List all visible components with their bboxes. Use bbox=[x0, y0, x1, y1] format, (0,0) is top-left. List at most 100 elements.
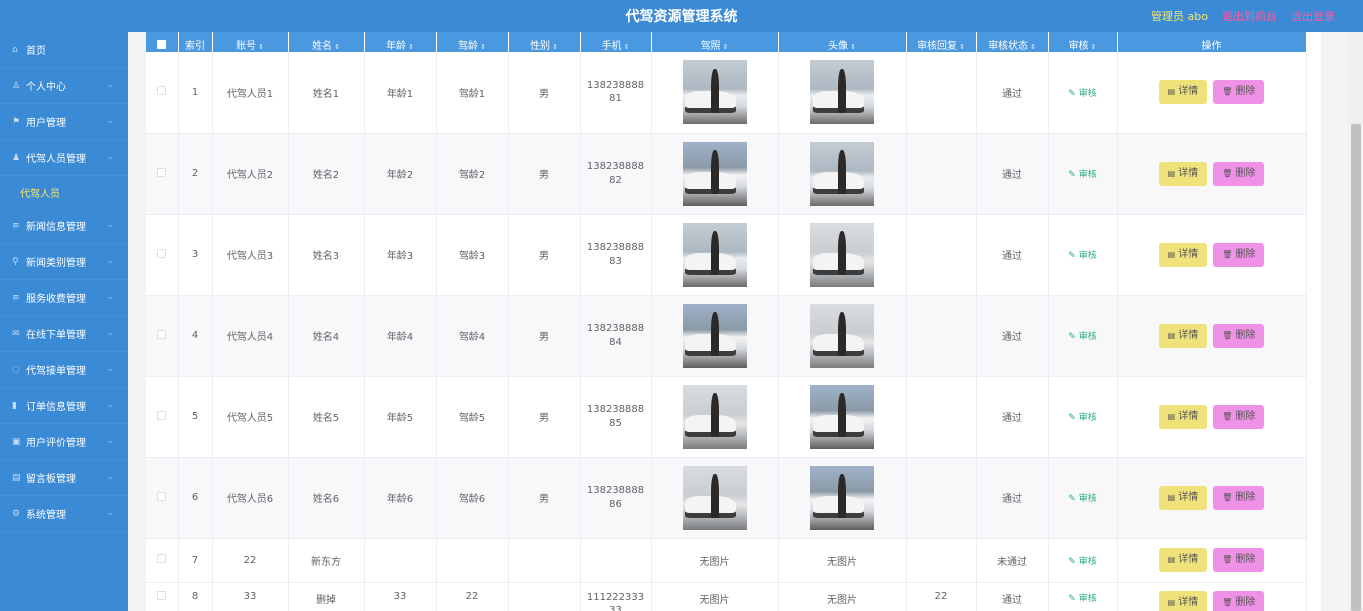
sidebar-item-7[interactable]: ≡ 服务收费管理 ⌄ bbox=[0, 280, 128, 316]
sidebar-item-12[interactable]: ▤ 留言板管理 ⌄ bbox=[0, 460, 128, 496]
delete-button[interactable]: 🗑 删除 bbox=[1213, 590, 1265, 611]
license-photo[interactable] bbox=[682, 222, 747, 287]
row-select-cell[interactable] bbox=[146, 214, 179, 296]
avatar-photo[interactable] bbox=[810, 141, 874, 206]
sidebar-item-5[interactable]: ≡ 新闻信息管理 ⌄ bbox=[0, 208, 128, 244]
column-header[interactable]: 性别 ⇕ bbox=[508, 32, 581, 52]
sort-icon[interactable]: ⇕ bbox=[334, 43, 340, 51]
row-checkbox[interactable] bbox=[157, 590, 167, 600]
row-select-cell[interactable] bbox=[146, 52, 179, 134]
column-header[interactable]: 驾照 ⇕ bbox=[651, 32, 779, 52]
row-select-cell[interactable] bbox=[146, 582, 179, 611]
column-header[interactable]: 账号 ⇕ bbox=[212, 32, 289, 52]
detail-button[interactable]: ▤ 详情 bbox=[1158, 590, 1208, 611]
sidebar-item-3[interactable]: ♟ 代驾人员管理 ⌄ bbox=[0, 140, 128, 176]
audit-link[interactable]: ✎ 审核 bbox=[1068, 251, 1096, 261]
sidebar-item-13[interactable]: ⚙ 系统管理 ⌄ bbox=[0, 496, 128, 532]
trash-icon: 🗑 bbox=[1222, 87, 1233, 97]
sort-icon[interactable]: ⇕ bbox=[480, 43, 486, 51]
audit-link[interactable]: ✎ 审核 bbox=[1068, 170, 1096, 180]
detail-button[interactable]: ▤ 详情 bbox=[1158, 404, 1208, 429]
avatar-photo[interactable] bbox=[810, 303, 874, 368]
column-header[interactable]: 姓名 ⇕ bbox=[288, 32, 365, 52]
row-checkbox[interactable] bbox=[157, 329, 167, 339]
detail-button[interactable]: ▤ 详情 bbox=[1158, 161, 1208, 186]
license-photo[interactable] bbox=[682, 465, 747, 530]
audit-link[interactable]: ✎ 审核 bbox=[1068, 413, 1096, 423]
audit-link[interactable]: ✎ 审核 bbox=[1068, 332, 1096, 342]
row-checkbox[interactable] bbox=[157, 491, 167, 501]
column-header[interactable]: 审核回复 ⇕ bbox=[906, 32, 977, 52]
row-checkbox[interactable] bbox=[157, 167, 167, 177]
audit-link[interactable]: ✎ 审核 bbox=[1068, 494, 1096, 504]
sort-icon[interactable]: ⇕ bbox=[1091, 43, 1097, 51]
sort-icon[interactable]: ⇕ bbox=[258, 43, 264, 51]
delete-button[interactable]: 🗑 删除 bbox=[1213, 80, 1265, 105]
edit-icon: ✎ bbox=[1068, 413, 1079, 423]
avatar-photo[interactable] bbox=[810, 60, 874, 125]
audit-link[interactable]: ✎ 审核 bbox=[1068, 89, 1096, 99]
sidebar-item-8[interactable]: ✉ 在线下单管理 ⌄ bbox=[0, 316, 128, 352]
row-select-cell[interactable] bbox=[146, 295, 179, 377]
column-header[interactable]: 驾龄 ⇕ bbox=[436, 32, 509, 52]
license-photo[interactable] bbox=[682, 141, 747, 206]
column-header[interactable]: 操作 bbox=[1117, 32, 1307, 52]
row-select-cell[interactable] bbox=[146, 457, 179, 539]
audit-link[interactable]: ✎ 审核 bbox=[1068, 594, 1096, 604]
row-checkbox[interactable] bbox=[157, 248, 167, 258]
sidebar-item-10[interactable]: ▮ 订单信息管理 ⌄ bbox=[0, 388, 128, 424]
avatar-photo[interactable] bbox=[810, 465, 874, 530]
sidebar-item-1[interactable]: ♙ 个人中心 ⌄ bbox=[0, 68, 128, 104]
avatar-photo[interactable] bbox=[810, 384, 874, 449]
logout-link[interactable]: 退出登录 bbox=[1291, 8, 1335, 24]
column-header[interactable]: 手机 ⇕ bbox=[580, 32, 652, 52]
column-header[interactable]: 审核状态 ⇕ bbox=[976, 32, 1049, 52]
license-photo[interactable] bbox=[682, 60, 747, 125]
back-to-frontend-link[interactable]: 退出到前台 bbox=[1222, 8, 1277, 24]
sort-icon[interactable]: ⇕ bbox=[959, 43, 965, 51]
sort-icon[interactable]: ⇕ bbox=[723, 43, 729, 51]
column-header[interactable]: 索引 bbox=[178, 32, 213, 52]
sidebar-item-0[interactable]: ⌂ 首页 bbox=[0, 32, 128, 68]
sidebar-subitem-drivers[interactable]: 代驾人员 bbox=[0, 176, 128, 208]
sidebar-item-6[interactable]: ⚲ 新闻类别管理 ⌄ bbox=[0, 244, 128, 280]
sidebar-item-9[interactable]: ◌ 代驾接单管理 ⌄ bbox=[0, 352, 128, 388]
avatar-photo[interactable] bbox=[810, 222, 874, 287]
row-select-cell[interactable] bbox=[146, 133, 179, 215]
select-all-header[interactable] bbox=[146, 32, 179, 52]
select-all-checkbox[interactable] bbox=[157, 40, 167, 49]
delete-button[interactable]: 🗑 删除 bbox=[1213, 323, 1265, 348]
column-header[interactable]: 头像 ⇕ bbox=[778, 32, 907, 52]
sort-icon[interactable]: ⇕ bbox=[1030, 43, 1036, 51]
delete-button[interactable]: 🗑 删除 bbox=[1213, 242, 1265, 267]
column-header[interactable]: 年龄 ⇕ bbox=[364, 32, 437, 52]
detail-button[interactable]: ▤ 详情 bbox=[1158, 485, 1208, 510]
delete-button[interactable]: 🗑 删除 bbox=[1213, 485, 1265, 510]
detail-button[interactable]: ▤ 详情 bbox=[1158, 548, 1208, 572]
sort-icon[interactable]: ⇕ bbox=[552, 43, 558, 51]
row-select-cell[interactable] bbox=[146, 538, 179, 583]
detail-button[interactable]: ▤ 详情 bbox=[1158, 242, 1208, 267]
license-photo[interactable] bbox=[682, 384, 747, 449]
sort-icon[interactable]: ⇕ bbox=[624, 43, 630, 51]
sidebar-item-2[interactable]: ⚑ 用户管理 ⌄ bbox=[0, 104, 128, 140]
audit-link[interactable]: ✎ 审核 bbox=[1068, 557, 1096, 567]
vertical-scrollbar[interactable] bbox=[1349, 32, 1363, 611]
table-card: 索引 账号 ⇕ 姓名 ⇕ 年龄 ⇕ 驾龄 ⇕ 性别 ⇕ 手机 ⇕ 驾照 ⇕ 头像 ⇕ 审核回复 ⇕ 审核状态 ⇕ 审核 ⇕ 操… bbox=[146, 32, 1321, 611]
row-checkbox[interactable] bbox=[157, 554, 167, 563]
license-photo[interactable] bbox=[682, 303, 747, 368]
row-checkbox[interactable] bbox=[157, 86, 167, 96]
delete-button[interactable]: 🗑 删除 bbox=[1213, 404, 1265, 429]
sort-icon[interactable]: ⇕ bbox=[850, 43, 856, 51]
trash-icon: 🗑 bbox=[1222, 330, 1233, 340]
detail-button[interactable]: ▤ 详情 bbox=[1158, 323, 1208, 348]
sidebar-item-11[interactable]: ▣ 用户评价管理 ⌄ bbox=[0, 424, 128, 460]
row-select-cell[interactable] bbox=[146, 376, 179, 458]
scrollbar-thumb[interactable] bbox=[1351, 124, 1361, 611]
row-checkbox[interactable] bbox=[157, 410, 167, 420]
sort-icon[interactable]: ⇕ bbox=[408, 43, 414, 51]
column-header[interactable]: 审核 ⇕ bbox=[1048, 32, 1118, 52]
detail-button[interactable]: ▤ 详情 bbox=[1158, 80, 1208, 105]
delete-button[interactable]: 🗑 删除 bbox=[1213, 161, 1265, 186]
delete-button[interactable]: 🗑 删除 bbox=[1213, 548, 1265, 572]
